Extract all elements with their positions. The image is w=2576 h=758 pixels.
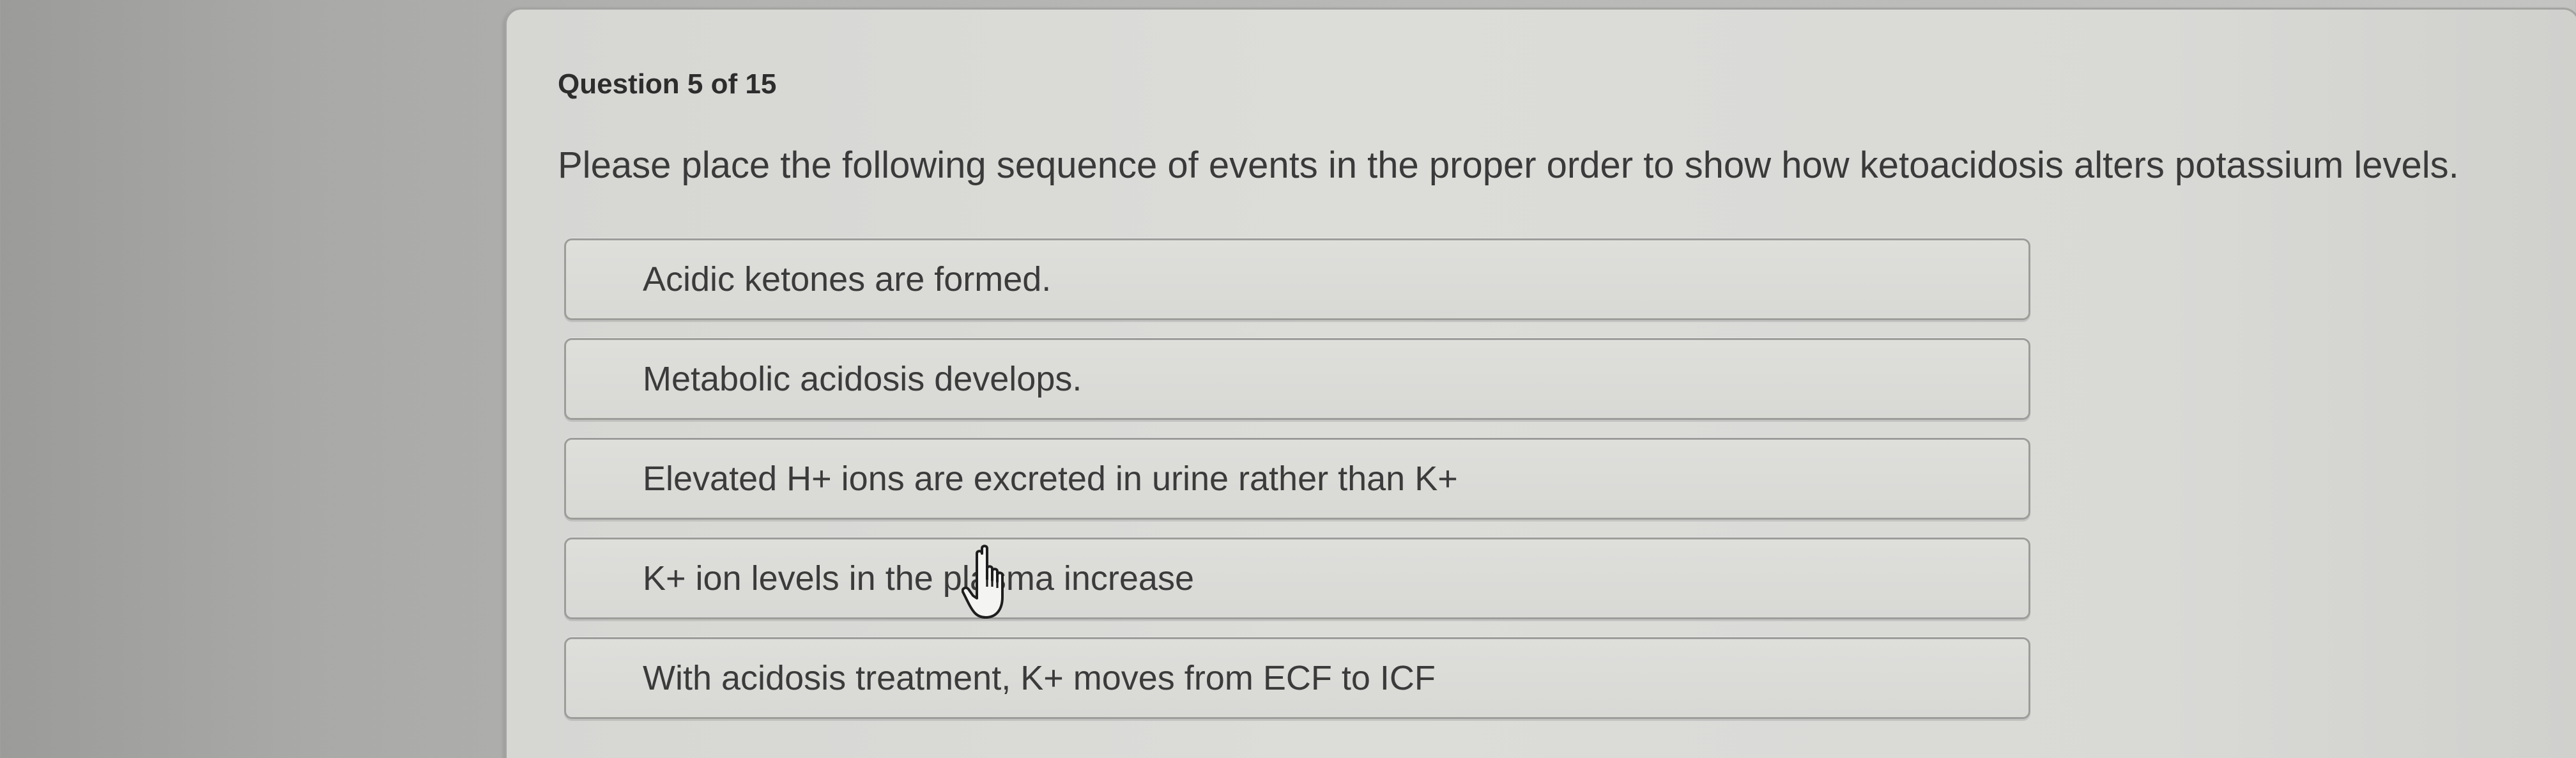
- ordering-item-label: Elevated H+ ions are excreted in urine r…: [643, 460, 1458, 498]
- ordering-item-1[interactable]: Acidic ketones are formed.: [564, 238, 2030, 320]
- ordering-item-2[interactable]: Metabolic acidosis develops.: [564, 338, 2030, 420]
- ordering-item-4[interactable]: K+ ion levels in the plasma increase: [564, 538, 2030, 619]
- ordering-item-label: Acidic ketones are formed.: [643, 260, 1052, 298]
- ordering-item-label: With acidosis treatment, K+ moves from E…: [643, 659, 1436, 697]
- ordering-item-3[interactable]: Elevated H+ ions are excreted in urine r…: [564, 438, 2030, 520]
- ordering-item-label: Metabolic acidosis develops.: [643, 360, 1082, 398]
- hand-pointer-icon: [962, 545, 1004, 619]
- question-counter: Question 5 of 15: [558, 68, 777, 100]
- question-card: Question 5 of 15 Please place the follow…: [505, 8, 2576, 758]
- ordering-item-5[interactable]: With acidosis treatment, K+ moves from E…: [564, 637, 2030, 719]
- ordering-item-label: K+ ion levels in the plasma increase: [643, 559, 1194, 598]
- question-prompt: Please place the following sequence of e…: [558, 144, 2459, 186]
- ordering-list: Acidic ketones are formed. Metabolic aci…: [564, 238, 2030, 737]
